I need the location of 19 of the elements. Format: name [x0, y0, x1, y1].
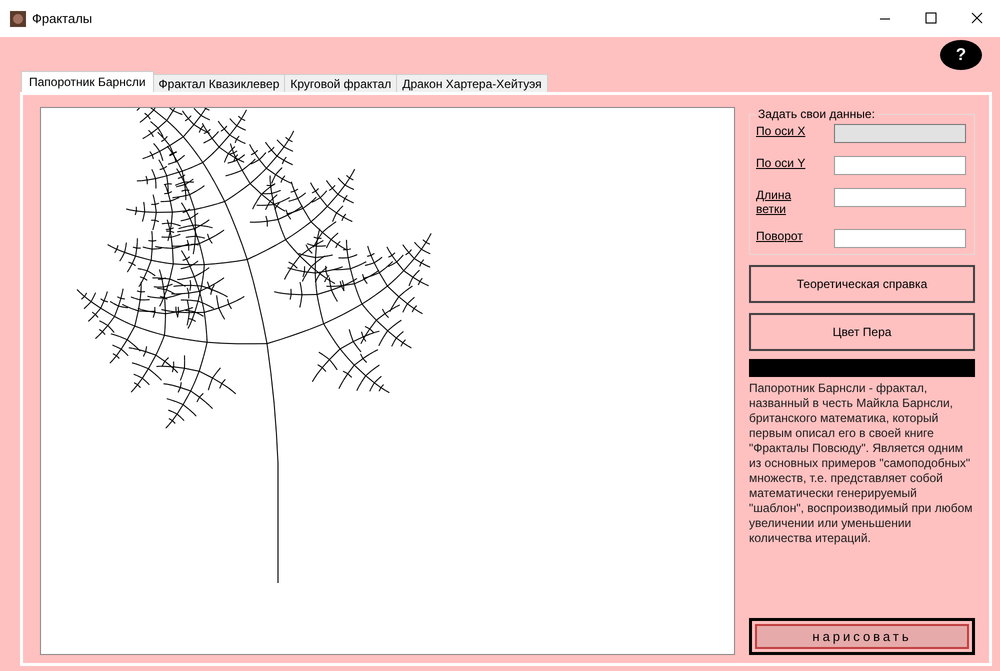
description-text: Папоротник Барнсли - фрактал, названный в честь Майкла Барнсли, британского математика, который первым описал его в своей книге "Фракталы Повсюду". Является одним из основных примеров "самоподобных" множеств, т.е. представляет собой математически генерируемый "шаблон", воспроизводимый при любом увеличении или уменьшении количества итераций. [749, 381, 974, 546]
input-field[interactable] [834, 188, 966, 207]
window-title: Фракталы [32, 11, 94, 26]
tab[interactable]: Круговой фрактал [284, 74, 398, 92]
action-button[interactable]: Цвет Пера [749, 313, 975, 351]
field-label: Поворот [756, 229, 804, 243]
tab[interactable]: Папоротник Барнсли [21, 71, 154, 92]
input-field[interactable] [834, 229, 966, 248]
tab[interactable]: Фрактал Квазиклевер [152, 74, 286, 92]
group-title: Задать свои данные: [757, 107, 876, 121]
input-field[interactable] [834, 156, 966, 175]
draw-button[interactable]: нарисовать [755, 624, 969, 649]
action-button[interactable]: Теоретическая справка [749, 265, 975, 303]
tab[interactable]: Дракон Хартера-Хейтуэя [396, 74, 548, 92]
field-label: Длина ветки [756, 188, 792, 216]
app-icon [10, 10, 26, 26]
help-button[interactable]: ? [940, 40, 982, 70]
field-label: По оси X [756, 124, 806, 138]
field-label: По оси Y [756, 156, 806, 170]
